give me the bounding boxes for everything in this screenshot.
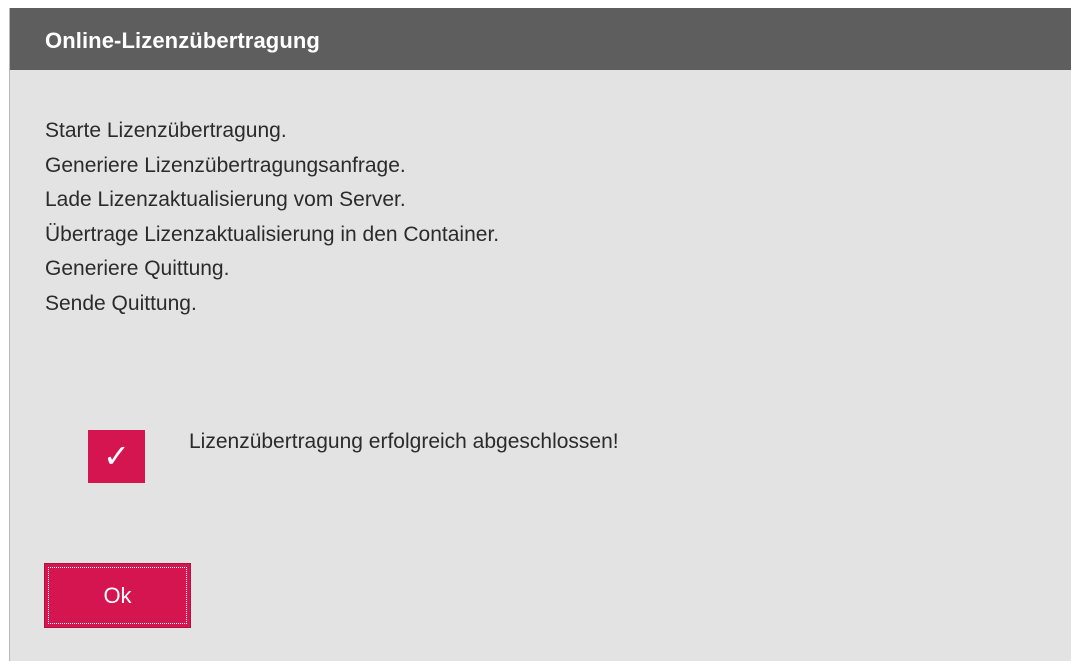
ok-button-label: Ok: [103, 583, 132, 608]
background-window: [0, 0, 1071, 8]
background-window-edge: [0, 0, 9, 661]
ok-button[interactable]: Ok: [44, 563, 191, 628]
checkmark-icon: ✓: [88, 430, 145, 483]
dialog-titlebar: Online-Lizenzübertragung: [10, 8, 1071, 70]
log-line: Lade Lizenzaktualisierung vom Server.: [45, 188, 406, 211]
log-line: Generiere Lizenzübertragungsanfrage.: [45, 153, 406, 177]
log-line: Übertrage Lizenzaktualisierung in den Co…: [45, 222, 500, 246]
status-message: ✓ Lizenzübertragung erfolgreich abgeschl…: [88, 430, 988, 490]
log-line: Starte Lizenzübertragung.: [45, 119, 287, 142]
log-line: Sende Quittung.: [45, 291, 197, 315]
success-message: Lizenzübertragung erfolgreich abgeschlos…: [189, 430, 619, 453]
log-line: Generiere Quittung.: [45, 257, 230, 280]
dialog-title: Online-Lizenzübertragung: [45, 28, 320, 53]
license-transfer-dialog: Online-Lizenzübertragung Starte Lizenzüb…: [9, 8, 1071, 661]
progress-log: Starte Lizenzübertragung. Generiere Lize…: [45, 114, 499, 321]
